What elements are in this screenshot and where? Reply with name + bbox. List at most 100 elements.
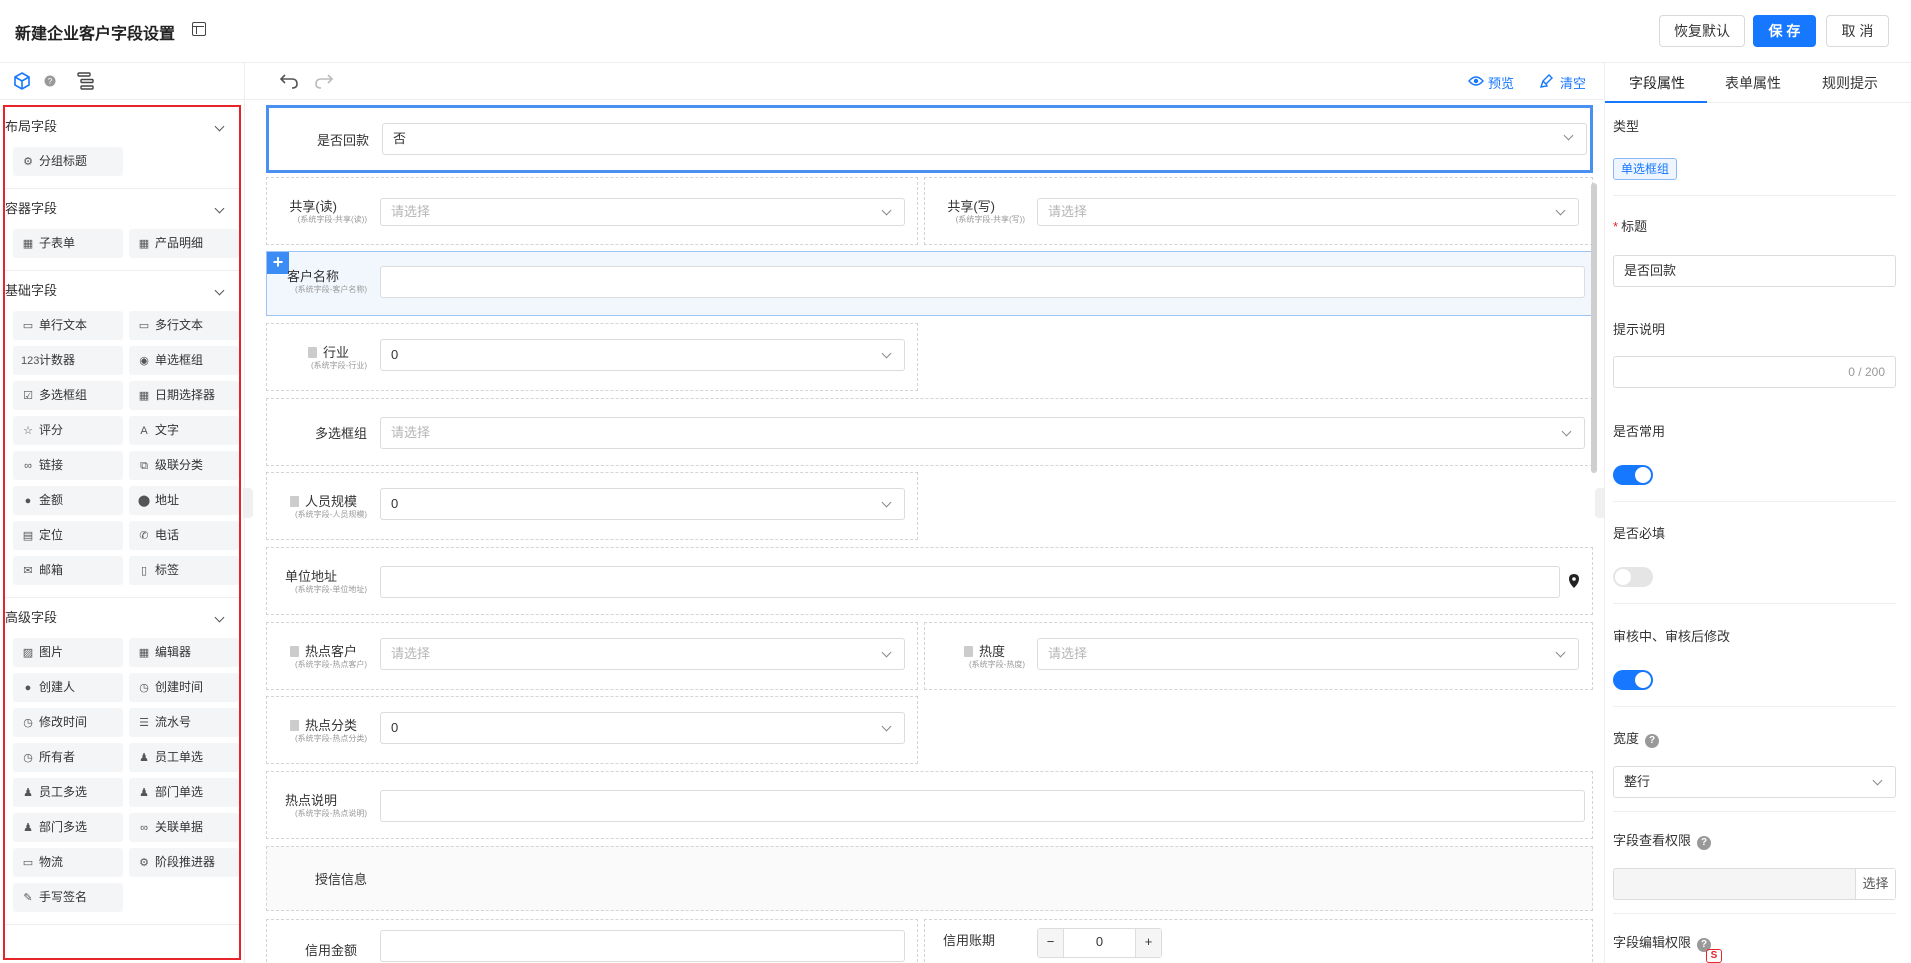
help-icon[interactable]: ? xyxy=(1645,734,1660,748)
palette-item[interactable]: ♟ 部门多选 xyxy=(13,813,123,842)
clear-broom-icon[interactable] xyxy=(1540,73,1556,89)
palette-item[interactable]: ☆ 评分 xyxy=(13,416,123,445)
staff-size-select[interactable]: 0 xyxy=(380,488,905,520)
credit-amount-input[interactable] xyxy=(380,930,905,962)
palette-item[interactable]: ⚙ 分组标题 xyxy=(13,147,123,176)
audit-edit-toggle[interactable] xyxy=(1613,670,1653,690)
palette-item[interactable]: ▦ 子表单 xyxy=(13,229,123,258)
plus-button[interactable]: + xyxy=(1135,929,1161,957)
palette-item[interactable]: ✆ 电话 xyxy=(129,521,239,550)
clear-button[interactable]: 清空 xyxy=(1560,73,1586,92)
form-field-huikuan[interactable]: 是否回款 否 xyxy=(266,105,1593,173)
palette-item[interactable]: A 文字 xyxy=(129,416,239,445)
form-field-share-read[interactable]: 共享(读) (系统字段-共享(读)) 请选择 xyxy=(266,177,918,245)
section-header[interactable]: 高级字段 xyxy=(5,598,239,638)
unit-address-input[interactable] xyxy=(380,566,1560,598)
common-toggle[interactable] xyxy=(1613,465,1653,485)
palette-item[interactable]: ◷ 修改时间 xyxy=(13,708,123,737)
palette-item[interactable]: ● 创建人 xyxy=(13,673,123,702)
palette-item[interactable]: ◉ 单选框组 xyxy=(129,346,239,375)
palette-item[interactable]: ◷ 创建时间 xyxy=(129,673,239,702)
form-field-unit-address[interactable]: 单位地址 (系统字段-单位地址) xyxy=(266,547,1593,615)
chevron-down-icon[interactable] xyxy=(214,612,225,623)
huikuan-select[interactable]: 否 xyxy=(382,123,1587,155)
multi-checkbox-select[interactable]: 请选择 xyxy=(380,417,1585,449)
palette-item[interactable]: ☰ 流水号 xyxy=(129,708,239,737)
palette-item[interactable]: ⧉ 级联分类 xyxy=(129,451,239,480)
heat-select[interactable]: 请选择 xyxy=(1037,638,1579,670)
palette-item[interactable]: ▤ 定位 xyxy=(13,521,123,550)
share-write-select[interactable]: 请选择 xyxy=(1037,198,1579,226)
form-field-hot-customer[interactable]: 热点客户 (系统字段-热点客户) 请选择 xyxy=(266,622,918,690)
form-group-credit-info[interactable]: 授信信息 xyxy=(266,846,1593,911)
location-pin-icon[interactable] xyxy=(1569,574,1579,588)
palette-item[interactable]: ▦ 产品明细 xyxy=(129,229,239,258)
hot-customer-select[interactable]: 请选择 xyxy=(380,638,905,670)
palette-item[interactable]: ▨ 图片 xyxy=(13,638,123,667)
form-field-credit-amount[interactable]: 信用金额 xyxy=(266,919,918,963)
palette-item[interactable]: ✉ 邮箱 xyxy=(13,556,123,585)
credit-period-stepper[interactable]: − 0 + xyxy=(1037,928,1162,958)
help-icon[interactable]: ? xyxy=(1697,836,1712,850)
form-field-multi-checkbox[interactable]: 多选框组 请选择 xyxy=(266,398,1593,466)
tree-structure-icon[interactable] xyxy=(76,71,96,91)
tab-form-properties[interactable]: 表单属性 xyxy=(1725,73,1781,93)
hint-input[interactable]: 0 / 200 xyxy=(1613,356,1896,388)
tab-field-properties[interactable]: 字段属性 xyxy=(1629,73,1685,93)
select-button[interactable]: 选择 xyxy=(1855,869,1895,899)
section-header[interactable]: 基础字段 xyxy=(5,271,239,311)
redo-icon[interactable] xyxy=(314,73,334,89)
minus-button[interactable]: − xyxy=(1038,929,1064,957)
preview-eye-icon[interactable] xyxy=(1468,75,1484,87)
palette-item[interactable]: ∞ 关联单据 xyxy=(129,813,239,842)
title-input[interactable]: 是否回款 xyxy=(1613,255,1896,287)
cube-icon[interactable] xyxy=(13,71,31,91)
chevron-down-icon[interactable] xyxy=(214,203,225,214)
palette-item[interactable]: ☑ 多选框组 xyxy=(13,381,123,410)
layout-icon[interactable] xyxy=(192,22,206,36)
form-field-hot-description[interactable]: 热点说明 (系统字段-热点说明) xyxy=(266,771,1593,839)
form-field-industry[interactable]: 行业 (系统字段-行业) 0 xyxy=(266,323,918,391)
save-button[interactable]: 保 存 xyxy=(1753,15,1816,47)
chevron-down-icon[interactable] xyxy=(214,285,225,296)
form-field-share-write[interactable]: 共享(写) (系统字段-共享(写)) 请选择 xyxy=(924,177,1593,245)
palette-item[interactable]: ♟ 部门单选 xyxy=(129,778,239,807)
palette-item[interactable]: ▦ 日期选择器 xyxy=(129,381,239,410)
palette-item[interactable]: ▭ 多行文本 xyxy=(129,311,239,340)
palette-item[interactable]: ∞ 链接 xyxy=(13,451,123,480)
palette-item[interactable]: ▭ 物流 xyxy=(13,848,123,877)
palette-item[interactable]: 123计数器 xyxy=(13,346,123,375)
form-field-staff-size[interactable]: 人员规模 (系统字段-人员规模) 0 xyxy=(266,472,918,540)
palette-item[interactable]: ▦ 编辑器 xyxy=(129,638,239,667)
palette-item[interactable]: ▭ 单行文本 xyxy=(13,311,123,340)
canvas-scrollbar[interactable] xyxy=(1591,183,1597,473)
hot-description-input[interactable] xyxy=(380,790,1585,822)
ime-icon[interactable]: S xyxy=(1706,949,1722,963)
share-read-select[interactable]: 请选择 xyxy=(380,198,905,226)
required-toggle[interactable] xyxy=(1613,567,1653,587)
form-field-credit-period[interactable]: 信用账期 − 0 + xyxy=(924,919,1593,963)
palette-item[interactable]: ● 金额 xyxy=(13,486,123,515)
industry-select[interactable]: 0 xyxy=(380,339,905,371)
form-field-hot-category[interactable]: 热点分类 (系统字段-热点分类) 0 xyxy=(266,696,918,764)
section-header[interactable]: 容器字段 xyxy=(5,189,239,229)
palette-item[interactable]: ◷ 所有者 xyxy=(13,743,123,772)
palette-item[interactable]: ♟ 员工单选 xyxy=(129,743,239,772)
palette-item[interactable]: ♟ 员工多选 xyxy=(13,778,123,807)
form-field-heat[interactable]: 热度 (系统字段-热度) 请选择 xyxy=(924,622,1593,690)
palette-item[interactable]: ⚙ 阶段推进器 xyxy=(129,848,239,877)
hot-category-select[interactable]: 0 xyxy=(380,712,905,744)
preview-button[interactable]: 预览 xyxy=(1488,73,1514,92)
section-header[interactable]: 布局字段 xyxy=(5,107,239,147)
customer-name-input[interactable] xyxy=(380,266,1585,298)
undo-icon[interactable] xyxy=(279,73,299,89)
palette-item[interactable]: ⬤ 地址 xyxy=(129,486,239,515)
width-select[interactable]: 整行 xyxy=(1613,766,1896,798)
chevron-down-icon[interactable] xyxy=(214,121,225,132)
palette-item[interactable]: ▯ 标签 xyxy=(129,556,239,585)
view-permission-input[interactable]: 选择 xyxy=(1613,868,1896,900)
tab-rule-hints[interactable]: 规则提示 xyxy=(1822,73,1878,93)
form-field-customer-name[interactable]: + 客户名称 (系统字段-客户名称) xyxy=(266,251,1593,316)
help-icon[interactable]: ? xyxy=(44,75,56,87)
palette-item[interactable]: ✎ 手写签名 xyxy=(13,883,123,912)
